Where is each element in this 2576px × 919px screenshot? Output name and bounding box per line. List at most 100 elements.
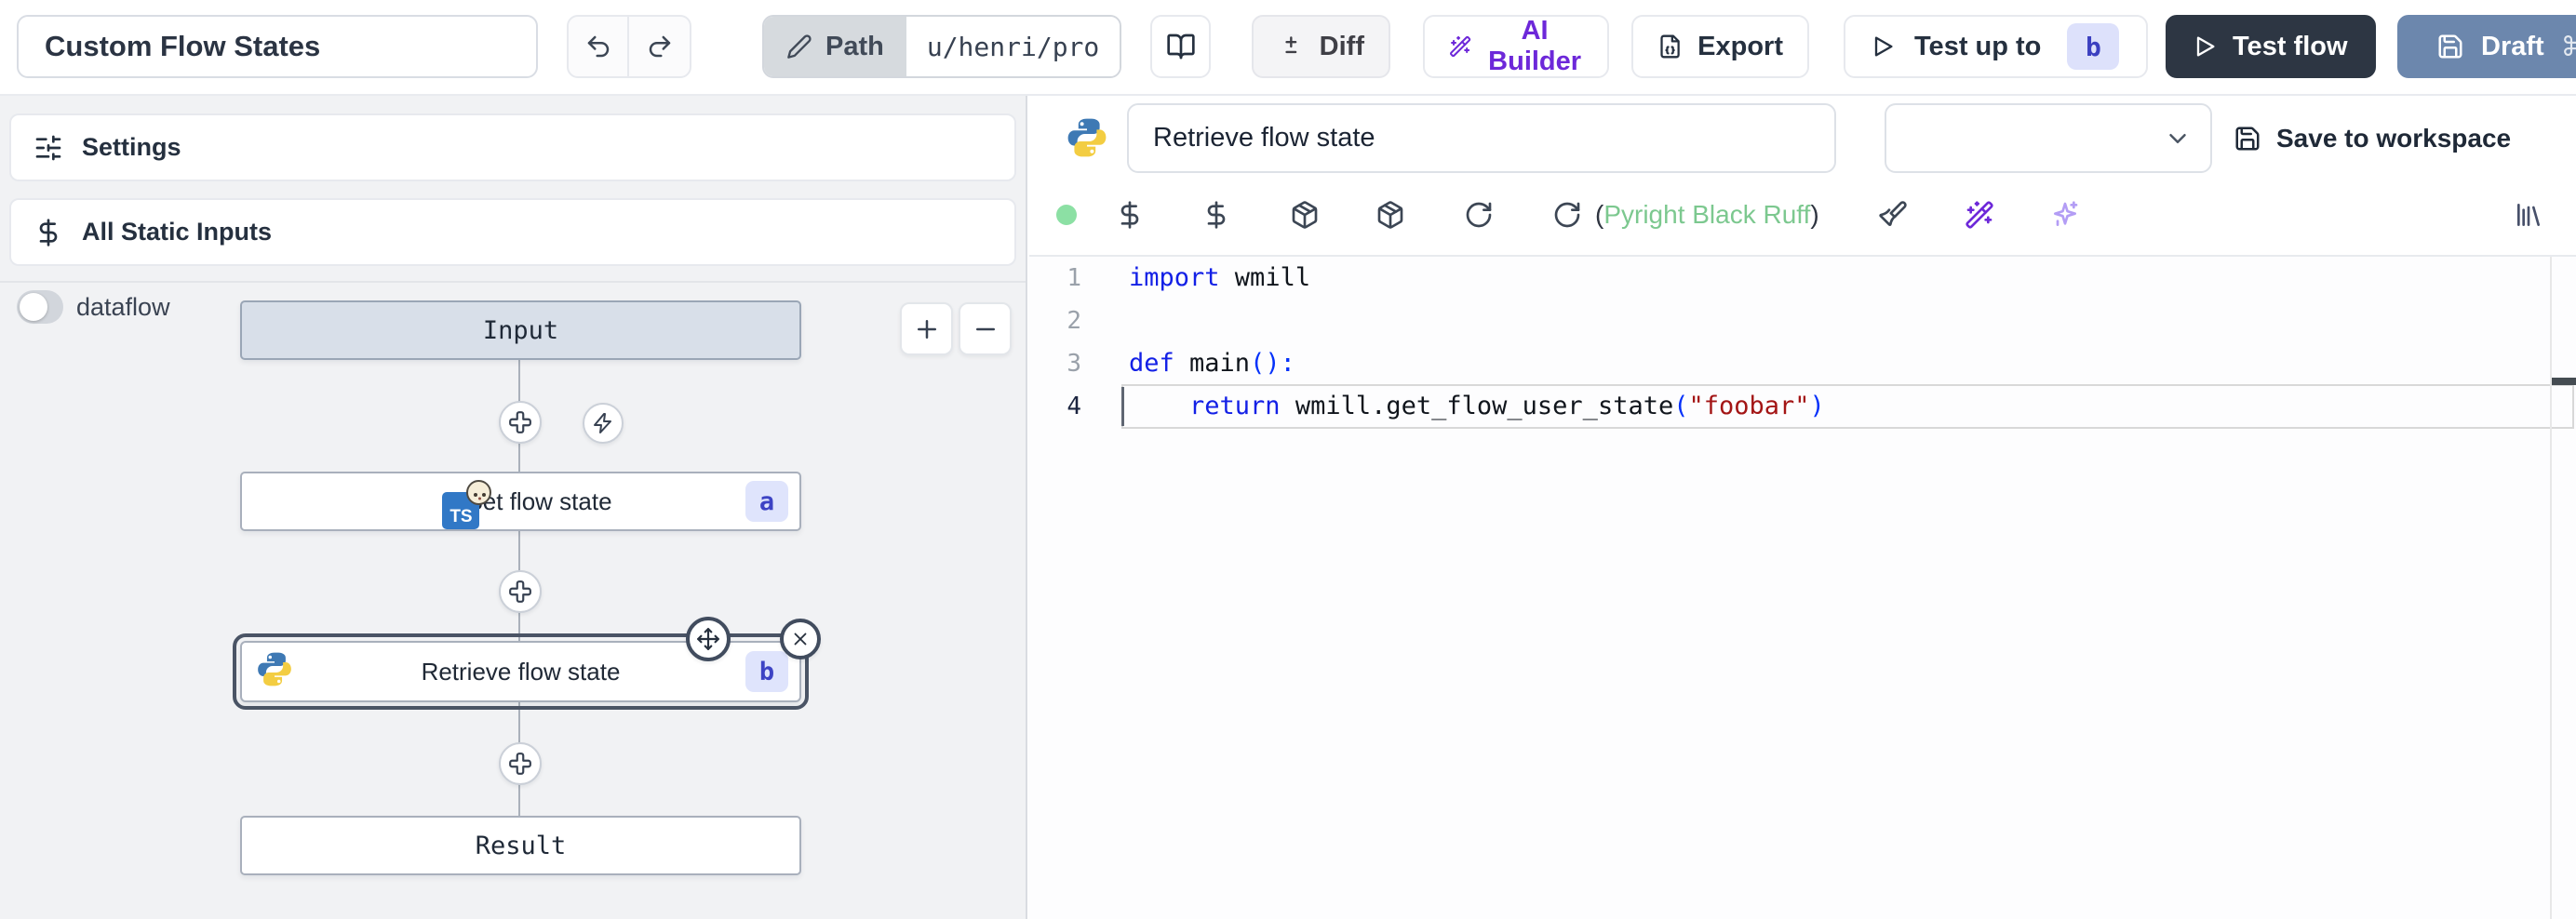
move-node-handle[interactable]: [686, 617, 731, 661]
reload-tool-button-2[interactable]: [1551, 199, 1583, 231]
sparkles-icon: [2050, 200, 2080, 230]
library-button[interactable]: [2513, 199, 2544, 231]
flow-editor-screen: Path u/henri/pro Diff AI Builder Export …: [0, 0, 2576, 919]
typescript-bun-icon: TS: [442, 492, 479, 529]
editor-gutter: 1234: [1029, 257, 1081, 428]
ai-builder-label: AI Builder: [1486, 16, 1583, 77]
retrieve-node-label: Retrieve flow state: [422, 658, 621, 686]
dollar-sign-icon: [1115, 200, 1145, 230]
cross-icon: [508, 410, 532, 434]
code-line[interactable]: def main():: [1129, 342, 2576, 385]
package-tool-button-1[interactable]: [1289, 199, 1321, 231]
diff-icon: [1278, 33, 1305, 60]
package-icon: [1290, 200, 1320, 230]
diff-button[interactable]: Diff: [1252, 15, 1390, 78]
code-assistants-label[interactable]: (Pyright Black Ruff): [1595, 199, 1819, 231]
test-flow-label: Test flow: [2233, 32, 2348, 62]
export-button[interactable]: Export: [1631, 15, 1809, 78]
plus-icon: [913, 315, 941, 343]
redo-button[interactable]: [629, 17, 690, 76]
ai-edit-button[interactable]: [1964, 199, 1995, 231]
insert-trigger-button[interactable]: [583, 403, 624, 444]
ai-builder-button[interactable]: AI Builder: [1423, 15, 1609, 78]
save-icon: [2234, 125, 2261, 153]
paintbrush-icon: [1878, 200, 1908, 230]
code-editor[interactable]: 1234 import wmill def main(): return wmil…: [1029, 257, 2576, 919]
step-editor-panel: Save to workspace (Pyright Black Ruff) 1…: [1029, 96, 2576, 919]
python-icon: [255, 650, 294, 694]
diff-label: Diff: [1320, 32, 1364, 62]
rotate-cw-icon: [1464, 200, 1494, 230]
draft-shortcut: ⌘S: [2561, 31, 2576, 63]
chevron-down-icon: [2164, 125, 2192, 153]
line-number: 3: [1029, 342, 1081, 385]
insert-step-button-1[interactable]: [499, 401, 542, 444]
assistants-open-paren: (: [1595, 200, 1603, 229]
flow-title-input[interactable]: [17, 15, 538, 78]
assistants-close-paren: ): [1810, 200, 1818, 229]
test-flow-button[interactable]: Test flow: [2166, 15, 2376, 78]
path-button[interactable]: Path u/henri/pro: [762, 15, 1121, 78]
delete-node-button[interactable]: [780, 619, 821, 659]
code-lines: import wmill def main(): return wmill.get…: [1129, 257, 2576, 428]
bun-icon: [466, 480, 491, 505]
dataflow-toggle[interactable]: [17, 290, 63, 324]
close-icon: [790, 629, 811, 649]
all-static-inputs-label: All Static Inputs: [82, 218, 272, 246]
save-icon: [2436, 33, 2464, 60]
export-label: Export: [1697, 32, 1783, 62]
retrieve-node-id-badge: b: [745, 651, 788, 692]
line-number: 2: [1029, 300, 1081, 342]
python-icon: [1065, 115, 1109, 160]
save-to-workspace-button[interactable]: Save to workspace: [2234, 103, 2511, 173]
file-code-icon: [1657, 32, 1683, 61]
format-code-button[interactable]: [1877, 199, 1909, 231]
dollar-tool-button-2[interactable]: [1201, 199, 1232, 231]
insert-step-button-3[interactable]: [499, 742, 542, 785]
test-up-to-button[interactable]: Test up to b: [1844, 15, 2148, 78]
redo-icon: [646, 33, 674, 60]
assistants-names: Pyright Black Ruff: [1603, 200, 1810, 229]
test-up-to-step-badge[interactable]: b: [2067, 23, 2119, 70]
package-tool-button-2[interactable]: [1375, 199, 1406, 231]
line-number: 4: [1029, 385, 1081, 428]
cross-icon: [508, 579, 532, 604]
flow-node-result[interactable]: Result: [240, 816, 801, 875]
code-line[interactable]: import wmill: [1129, 257, 2576, 300]
code-line[interactable]: return wmill.get_flow_user_state("foobar…: [1129, 385, 2576, 428]
flow-node-set-flow-state[interactable]: TS Set flow state a: [240, 472, 801, 531]
panel-divider: [0, 281, 1026, 283]
all-static-inputs-button[interactable]: All Static Inputs: [9, 198, 1016, 266]
code-line[interactable]: [1129, 300, 2576, 342]
undo-redo-group: [567, 15, 691, 78]
step-name-input[interactable]: [1127, 103, 1836, 173]
insert-step-button-2[interactable]: [499, 570, 542, 613]
graph-zoom-out-button[interactable]: [959, 302, 1012, 355]
flow-node-input[interactable]: Input: [240, 300, 801, 360]
settings-button[interactable]: Settings: [9, 113, 1016, 181]
graph-zoom-in-button[interactable]: [900, 302, 953, 355]
dollar-tool-button-1[interactable]: [1114, 199, 1146, 231]
minus-icon: [972, 315, 1000, 343]
language-server-status-dot: [1056, 205, 1077, 225]
dollar-sign-icon: [34, 218, 63, 247]
draft-save-button[interactable]: Draft ⌘S: [2397, 15, 2576, 78]
reload-tool-button-1[interactable]: [1463, 199, 1495, 231]
ai-suggest-button[interactable]: [2049, 199, 2081, 231]
path-label-segment: Path: [764, 17, 906, 76]
cross-icon: [508, 752, 532, 776]
language-select[interactable]: [1885, 103, 2212, 173]
result-node-label: Result: [476, 832, 567, 860]
top-toolbar: Path u/henri/pro Diff AI Builder Export …: [0, 0, 2576, 96]
book-open-icon: [1166, 32, 1196, 61]
save-to-workspace-label: Save to workspace: [2276, 124, 2511, 153]
path-value: u/henri/pro: [906, 17, 1120, 76]
text-cursor: [1121, 387, 1124, 426]
rotate-cw-icon: [1552, 200, 1582, 230]
draft-label: Draft: [2481, 32, 2544, 62]
docs-button[interactable]: [1150, 15, 1211, 78]
dollar-sign-icon: [1201, 200, 1231, 230]
undo-icon: [584, 33, 612, 60]
overview-ruler-cursor-mark: [2552, 378, 2576, 385]
undo-button[interactable]: [569, 17, 629, 76]
